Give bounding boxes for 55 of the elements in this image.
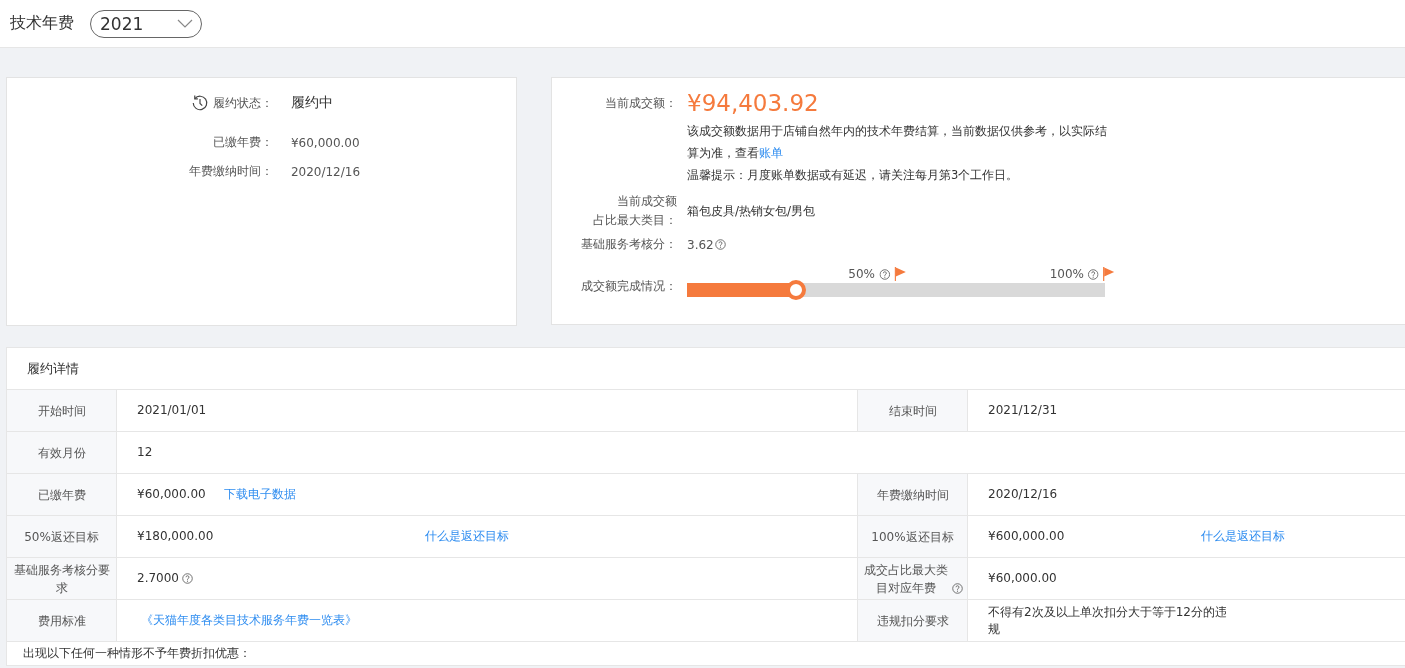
note-text: 该成交额数据用于店铺自然年内的技术年费结算，当前数据仅供参考，以实际结算为准，查看账单 [687,123,1107,162]
help-icon[interactable] [952,582,963,594]
table-cell: ¥60,000.00 [988,570,1057,587]
milestone-label: 50% [848,267,875,281]
field-value: 3.62 [687,237,714,252]
table-cell: 2021/12/31 [988,402,1058,419]
table-label: 年费缴纳时间 [876,486,949,504]
flag-icon [1103,267,1115,281]
table-cell: ¥60,000.00 [137,486,206,503]
field-label: 当前成交额 占比最大类目： [592,194,677,228]
status-label: 履约状态： [212,94,273,112]
table-label: 有效月份 [37,444,86,462]
table-cell-text: 不得有2次及以上单次扣分大于等于12分的违规 [988,603,1228,638]
table-label: 基础服务考核分要求 [12,561,111,597]
chevron-down-icon [177,19,194,28]
field-value: 2020/12/16 [290,163,361,180]
flag-icon [894,267,906,281]
notice-text: 出现以下任何一种情形不予年费折扣优惠： [22,645,252,662]
bill-link[interactable]: 账单 [759,146,783,160]
table-label: 费用标准 [37,612,86,630]
table-label: 开始时间 [37,402,86,420]
help-icon[interactable] [182,573,193,584]
table-cell: ¥180,000.00 [137,528,214,545]
field-label: 年费缴纳时间： [188,163,273,180]
field-label: 当前成交额： [604,94,677,112]
field-label: 基础服务考核分： [580,236,677,253]
help-icon[interactable] [879,269,890,280]
help-icon[interactable] [1088,269,1099,280]
table-label: 100%返还目标 [871,528,954,546]
table-cell: 2020/12/16 [988,486,1058,503]
table-label: 成交占比最大类目对应年费 [863,561,949,597]
table-label: 50%返还目标 [24,528,99,546]
amount-value: ¥94,403.92 [687,90,820,116]
milestone-label: 100% [1049,267,1084,281]
table-cell: 12 [137,444,153,461]
field-value: ¥60,000.00 [290,134,361,151]
year-dropdown[interactable]: 2021 [90,9,203,38]
field-value: 箱包皮具/热销女包/男包 [687,202,817,220]
tip-text: 温馨提示：月度账单数据或有延迟，请关注每月第3个工作日。 [687,167,1020,184]
status-value: 履约中 [290,94,334,112]
table-label: 已缴年费 [37,486,86,504]
field-label: 已缴年费： [211,134,273,151]
table-cell: 2.7000 [137,570,179,587]
table-cell: 2021/01/01 [137,402,207,419]
link[interactable]: 《天猫年度各类目技术服务年费一览表》 [141,612,357,629]
history-icon [190,94,209,112]
table-cell: ¥600,000.00 [988,528,1065,545]
link[interactable]: 下载电子数据 [223,486,296,503]
link[interactable]: 什么是返还目标 [425,528,510,545]
link[interactable]: 什么是返还目标 [1201,528,1285,545]
table-label: 结束时间 [888,402,937,420]
page-title: 技术年费 [10,13,74,34]
field-label: 成交额完成情况： [580,278,677,295]
table-label: 违规扣分要求 [876,612,949,630]
help-icon[interactable] [714,239,726,250]
